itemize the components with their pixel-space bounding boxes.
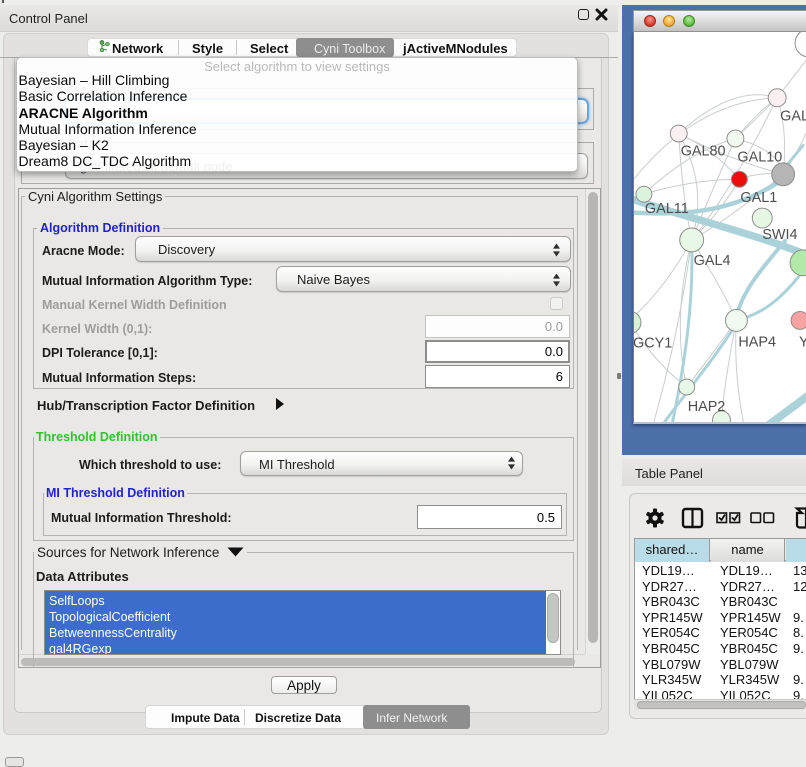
svg-text:GAL1: GAL1	[740, 190, 777, 206]
svg-text:GAL4: GAL4	[694, 253, 731, 269]
svg-text:GAL11: GAL11	[645, 201, 689, 217]
svg-text:GAL80: GAL80	[681, 143, 726, 159]
svg-text:GAL10: GAL10	[737, 149, 782, 165]
svg-text:SWI4: SWI4	[762, 227, 797, 243]
svg-text:GCY1: GCY1	[633, 335, 672, 351]
svg-text:HAP2: HAP2	[688, 399, 726, 415]
svg-text:HAP4: HAP4	[738, 334, 776, 350]
svg-text:Y: Y	[799, 334, 806, 350]
svg-text:GAL: GAL	[780, 109, 806, 125]
